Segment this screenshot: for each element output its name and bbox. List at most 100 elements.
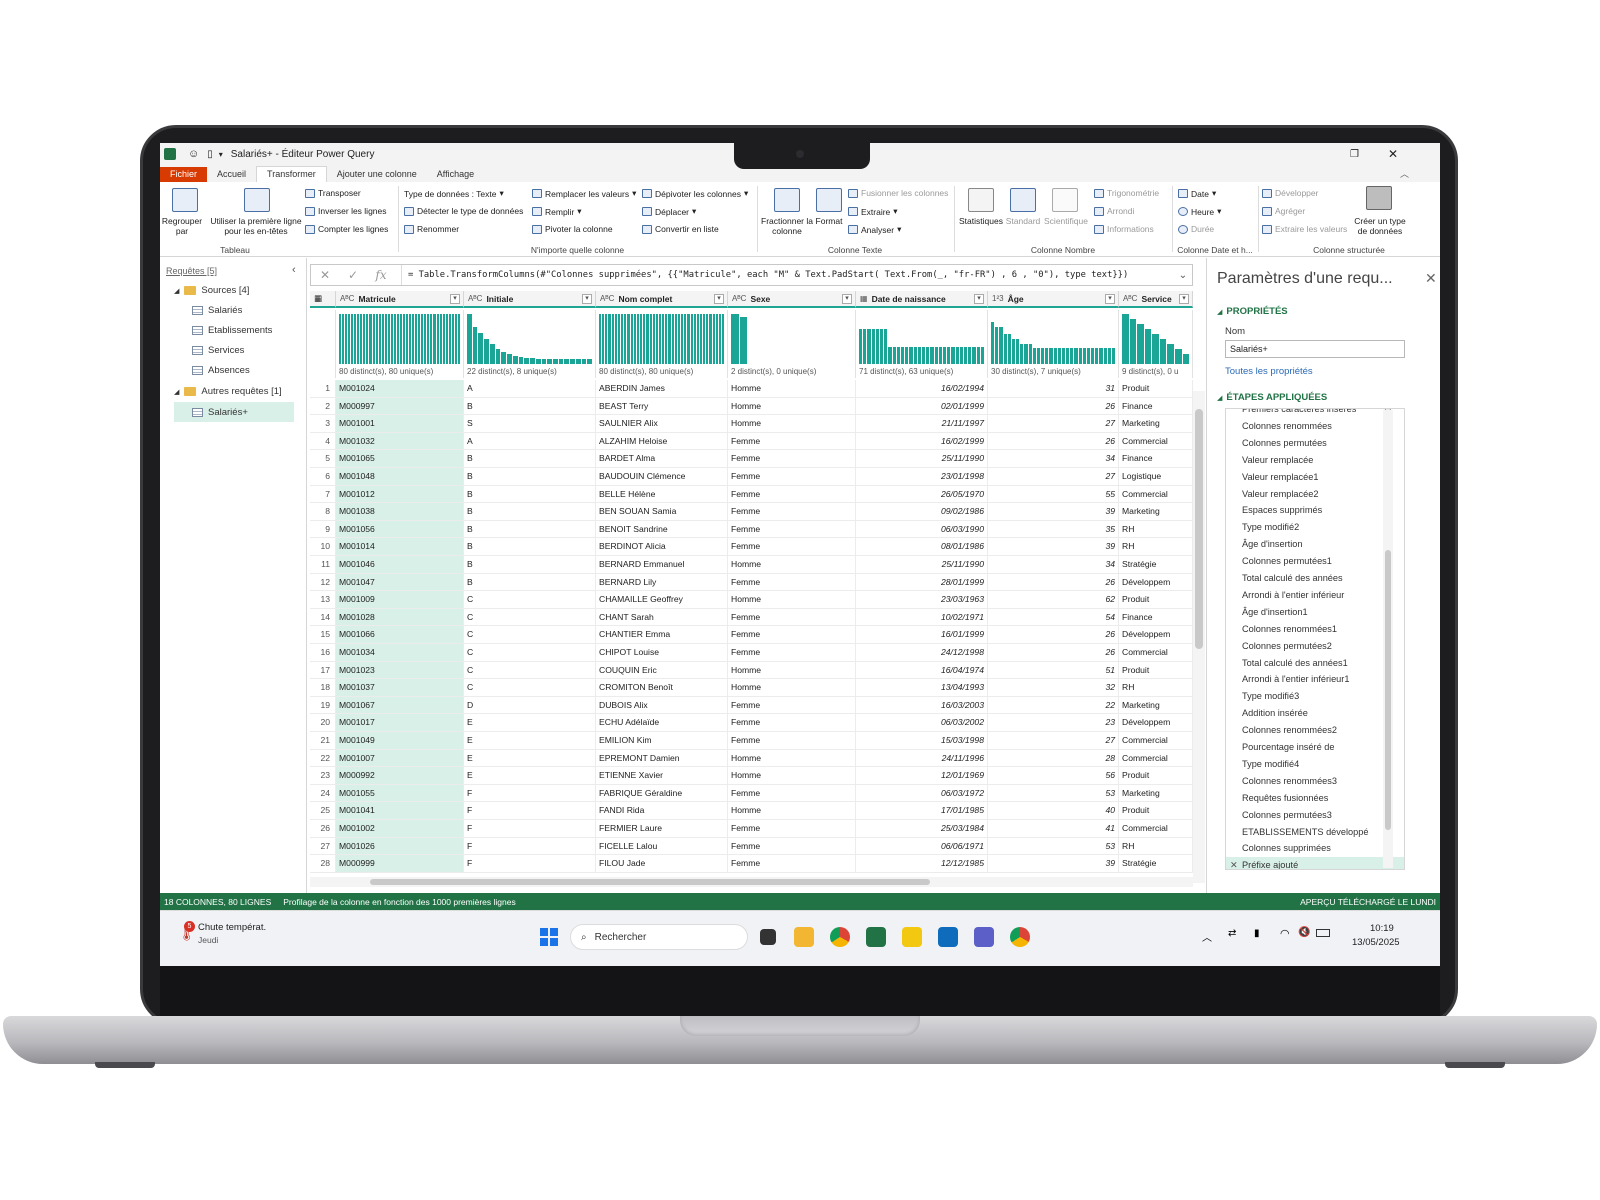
table-cell[interactable]: ETIENNE Xavier <box>596 767 728 785</box>
table-row[interactable]: 13 M001009 C CHAMAILLE Geoffrey Homme 23/03/1… <box>310 591 1193 609</box>
table-cell[interactable]: Femme <box>728 432 856 451</box>
table-cell[interactable]: CROMITON Benoît <box>596 679 728 697</box>
table-cell[interactable]: 13/04/1993 <box>856 679 988 697</box>
applied-step[interactable]: Requêtes fusionnées⚙ <box>1242 790 1402 807</box>
filter-dropdown-icon[interactable]: ▾ <box>1105 294 1115 304</box>
table-cell[interactable]: Homme <box>728 556 856 574</box>
tray-settings-icon[interactable]: ⇄ <box>1228 928 1236 939</box>
table-cell[interactable]: 53 <box>988 784 1119 803</box>
table-cell[interactable]: Marketing <box>1119 415 1193 433</box>
applied-step[interactable]: Arrondi à l'entier inférieur1 <box>1242 671 1402 688</box>
table-cell[interactable]: C <box>464 591 596 609</box>
table-cell[interactable]: M001002 <box>336 820 464 838</box>
transposer-button[interactable]: Transposer <box>305 188 361 198</box>
table-cell[interactable]: 25/11/1990 <box>856 556 988 574</box>
query-salaries[interactable]: Salariés <box>192 305 242 316</box>
applied-step[interactable]: Valeur remplacée2⚙ <box>1242 486 1402 503</box>
confirm-formula-icon[interactable]: ✓ <box>339 268 367 282</box>
table-row[interactable]: 6 M001048 B BAUDOUIN Clémence Femme 23/01/199… <box>310 468 1193 486</box>
delete-step-icon[interactable]: ✕ <box>1230 857 1238 869</box>
applied-steps-section[interactable]: ◢ ÉTAPES APPLIQUÉES <box>1217 392 1327 403</box>
table-cell[interactable]: 27 <box>988 415 1119 433</box>
compter-button[interactable]: Compter les lignes <box>305 224 388 234</box>
applied-step[interactable]: Colonnes permutées2 <box>1242 638 1402 655</box>
table-row[interactable]: 18 M001037 C CROMITON Benoît Homme 13/04/1993… <box>310 679 1193 697</box>
table-cell[interactable]: Femme <box>728 820 856 838</box>
table-cell[interactable]: 54 <box>988 608 1119 627</box>
table-cell[interactable]: 06/03/1990 <box>856 520 988 539</box>
table-cell[interactable]: Homme <box>728 380 856 398</box>
table-cell[interactable]: Femme <box>728 644 856 662</box>
table-cell[interactable]: Stratégie <box>1119 855 1193 873</box>
table-cell[interactable]: C <box>464 626 596 644</box>
table-cell[interactable]: M001055 <box>336 784 464 803</box>
column-type-icon[interactable]: 1²3 <box>992 294 1004 303</box>
table-cell[interactable]: Femme <box>728 485 856 504</box>
table-cell[interactable]: 25/03/1984 <box>856 820 988 838</box>
table-cell[interactable]: 26 <box>988 644 1119 662</box>
column-type-icon[interactable]: A͏ᴮC <box>600 294 614 303</box>
table-cell[interactable]: CHANTIER Emma <box>596 626 728 644</box>
vertical-scrollbar[interactable] <box>1193 391 1205 883</box>
table-cell[interactable]: F <box>464 802 596 820</box>
table-cell[interactable]: Produit <box>1119 767 1193 785</box>
applied-step[interactable]: Total calculé des années <box>1242 570 1402 587</box>
applied-step[interactable]: Type modifié4 <box>1242 756 1402 773</box>
tray-audio-meter-icon[interactable]: ▮ <box>1254 928 1260 939</box>
table-cell[interactable]: Homme <box>728 802 856 820</box>
table-cell[interactable]: ECHU Adélaïde <box>596 714 728 732</box>
table-cell[interactable]: 16/01/1999 <box>856 626 988 644</box>
table-cell[interactable]: 41 <box>988 820 1119 838</box>
table-cell[interactable]: BERDINOT Alicia <box>596 538 728 556</box>
file-explorer-icon[interactable] <box>794 927 814 947</box>
table-cell[interactable]: 15/03/1998 <box>856 732 988 750</box>
table-cell[interactable]: C <box>464 608 596 627</box>
weather-text[interactable]: Chute températ. <box>198 922 266 933</box>
table-cell[interactable]: 06/03/1972 <box>856 784 988 803</box>
table-cell[interactable]: BELLE Hélène <box>596 485 728 504</box>
table-cell[interactable]: M001023 <box>336 661 464 680</box>
table-row[interactable]: 19 M001067 D DUBOIS Alix Femme 16/03/2003 22 Ma… <box>310 696 1193 715</box>
table-cell[interactable]: Commercial <box>1119 432 1193 451</box>
table-cell[interactable]: C <box>464 661 596 680</box>
battery-icon[interactable] <box>1316 929 1330 937</box>
table-cell[interactable]: F <box>464 855 596 873</box>
applied-step[interactable]: ETABLISSEMENTS développé⚙ <box>1242 824 1402 841</box>
table-cell[interactable]: 16/02/1994 <box>856 380 988 398</box>
table-cell[interactable]: M001028 <box>336 608 464 627</box>
table-cell[interactable]: Femme <box>728 696 856 715</box>
table-cell[interactable]: DUBOIS Alix <box>596 696 728 715</box>
table-cell[interactable]: 35 <box>988 520 1119 539</box>
wifi-icon[interactable]: ◠ <box>1280 927 1290 940</box>
table-cell[interactable]: E <box>464 714 596 732</box>
table-row[interactable]: 8 M001038 B BEN SOUAN Samia Femme 09/02/1986 3… <box>310 503 1193 521</box>
table-row[interactable]: 26 M001002 F FERMIER Laure Femme 25/03/1984 41… <box>310 820 1193 838</box>
table-cell[interactable]: Femme <box>728 837 856 856</box>
table-cell[interactable]: M001014 <box>336 538 464 556</box>
table-cell[interactable]: Femme <box>728 573 856 592</box>
table-cell[interactable]: BEAST Terry <box>596 397 728 416</box>
filter-dropdown-icon[interactable]: ▾ <box>714 294 724 304</box>
table-cell[interactable]: Femme <box>728 784 856 803</box>
table-cell[interactable]: F <box>464 820 596 838</box>
applied-step[interactable]: Premiers caractères insérés⚙ <box>1242 409 1402 418</box>
table-cell[interactable]: Finance <box>1119 450 1193 468</box>
table-cell[interactable]: Commercial <box>1119 644 1193 662</box>
table-cell[interactable]: Logistique <box>1119 468 1193 486</box>
table-cell[interactable]: RH <box>1119 679 1193 697</box>
table-cell[interactable]: 02/01/1999 <box>856 397 988 416</box>
table-cell[interactable]: B <box>464 485 596 504</box>
table-cell[interactable]: 25/11/1990 <box>856 450 988 468</box>
table-cell[interactable]: 32 <box>988 679 1119 697</box>
table-cell[interactable]: EPREMONT Damien <box>596 749 728 768</box>
table-cell[interactable]: M001001 <box>336 415 464 433</box>
table-cell[interactable]: M001066 <box>336 626 464 644</box>
table-cell[interactable]: RH <box>1119 837 1193 856</box>
table-cell[interactable]: M001032 <box>336 432 464 451</box>
applied-step[interactable]: Colonnes permutées1 <box>1242 553 1402 570</box>
table-cell[interactable]: CHIPOT Louise <box>596 644 728 662</box>
table-cell[interactable]: M001034 <box>336 644 464 662</box>
table-row[interactable]: 14 M001028 C CHANT Sarah Femme 10/02/1971 54 Fi… <box>310 608 1193 627</box>
table-cell[interactable]: 39 <box>988 503 1119 521</box>
tab-transformer[interactable]: Transformer <box>256 166 327 182</box>
